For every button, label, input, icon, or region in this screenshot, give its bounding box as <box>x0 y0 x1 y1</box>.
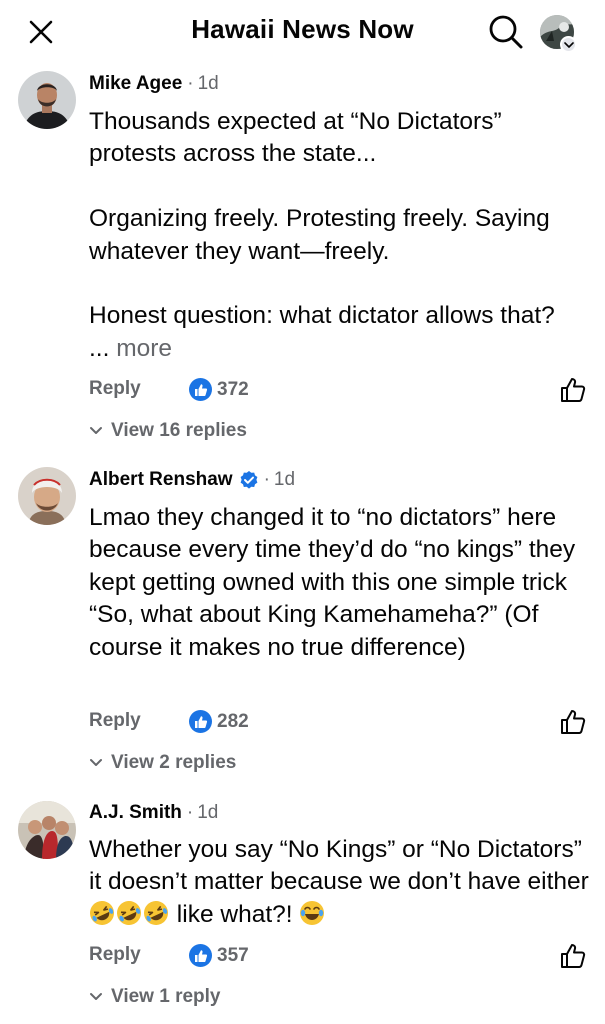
avatar[interactable] <box>18 467 76 525</box>
like-button[interactable] <box>557 940 589 972</box>
comment-text: Thousands expected at “No Dictators” pro… <box>89 108 555 362</box>
reply-button[interactable]: Reply <box>89 710 141 732</box>
comment-text-container: Thousands expected at “No Dictators” pro… <box>89 106 594 365</box>
reply-button[interactable]: Reply <box>89 944 141 966</box>
chevron-down-icon <box>563 41 574 48</box>
chevron-down-icon <box>90 759 102 766</box>
author-name[interactable]: A.J. Smith <box>89 802 182 824</box>
view-replies-button[interactable]: View 1 reply <box>89 986 221 1008</box>
like-button[interactable] <box>557 374 589 406</box>
comment-actions: Reply 372 <box>89 378 589 408</box>
comment-time[interactable]: 1d <box>274 469 295 491</box>
joy-emoji-icon <box>299 900 325 926</box>
chevron-down-badge <box>560 36 577 53</box>
rofl-emoji-icon <box>143 900 169 926</box>
author-name[interactable]: Albert Renshaw <box>89 469 233 491</box>
view-replies-label: View 2 replies <box>111 752 237 773</box>
like-reaction-icon <box>189 944 212 967</box>
separator: · <box>186 802 194 823</box>
comment-text: Whether you say “No Kings” or “No Dictat… <box>89 836 596 896</box>
comment-header: Albert Renshaw · 1d <box>89 469 295 491</box>
reaction-count: 372 <box>217 378 249 400</box>
comment-text: Lmao they changed it to “no dictators” h… <box>89 504 582 661</box>
chevron-down-icon <box>90 427 102 434</box>
rofl-emoji-icon <box>116 900 142 926</box>
avatar[interactable] <box>18 71 76 129</box>
close-button[interactable] <box>26 17 56 47</box>
app-header: Hawaii News Now <box>0 0 605 64</box>
reactions-summary[interactable]: 357 <box>189 944 249 967</box>
comment-time[interactable]: 1d <box>198 73 219 95</box>
comment-text-container: Whether you say “No Kings” or “No Dictat… <box>89 834 594 931</box>
close-icon <box>29 20 53 44</box>
comment-text-tail: like what?! <box>170 900 300 928</box>
see-more-link[interactable]: more <box>116 335 172 362</box>
avatar[interactable] <box>18 801 76 859</box>
comment-header: Mike Agee · 1d <box>89 73 219 95</box>
author-name[interactable]: Mike Agee <box>89 73 182 95</box>
comment-time[interactable]: 1d <box>197 802 218 824</box>
reactions-summary[interactable]: 282 <box>189 710 249 733</box>
reply-button[interactable]: Reply <box>89 378 141 400</box>
thumbs-up-icon <box>561 944 586 968</box>
thumbs-up-icon <box>561 710 586 734</box>
search-icon <box>489 15 523 49</box>
reaction-count: 357 <box>217 944 249 966</box>
comment-actions: Reply 282 <box>89 710 589 740</box>
rofl-emoji-icon <box>89 900 115 926</box>
like-reaction-icon <box>189 378 212 401</box>
chevron-down-icon <box>90 993 102 1000</box>
like-reaction-icon <box>189 710 212 733</box>
reaction-count: 282 <box>217 710 249 732</box>
view-replies-button[interactable]: View 16 replies <box>89 420 247 442</box>
comment-header: A.J. Smith · 1d <box>89 802 218 824</box>
comment-actions: Reply 357 <box>89 944 589 974</box>
like-button[interactable] <box>557 706 589 738</box>
reactions-summary[interactable]: 372 <box>189 378 249 401</box>
view-replies-button[interactable]: View 2 replies <box>89 752 236 774</box>
view-replies-label: View 1 reply <box>111 986 221 1007</box>
view-replies-label: View 16 replies <box>111 420 247 441</box>
search-button[interactable] <box>486 12 526 52</box>
separator: · <box>263 469 270 490</box>
separator: · <box>187 73 194 94</box>
verified-badge-icon <box>239 470 259 490</box>
profile-menu-button[interactable] <box>538 12 580 53</box>
thumbs-up-icon <box>561 378 586 402</box>
